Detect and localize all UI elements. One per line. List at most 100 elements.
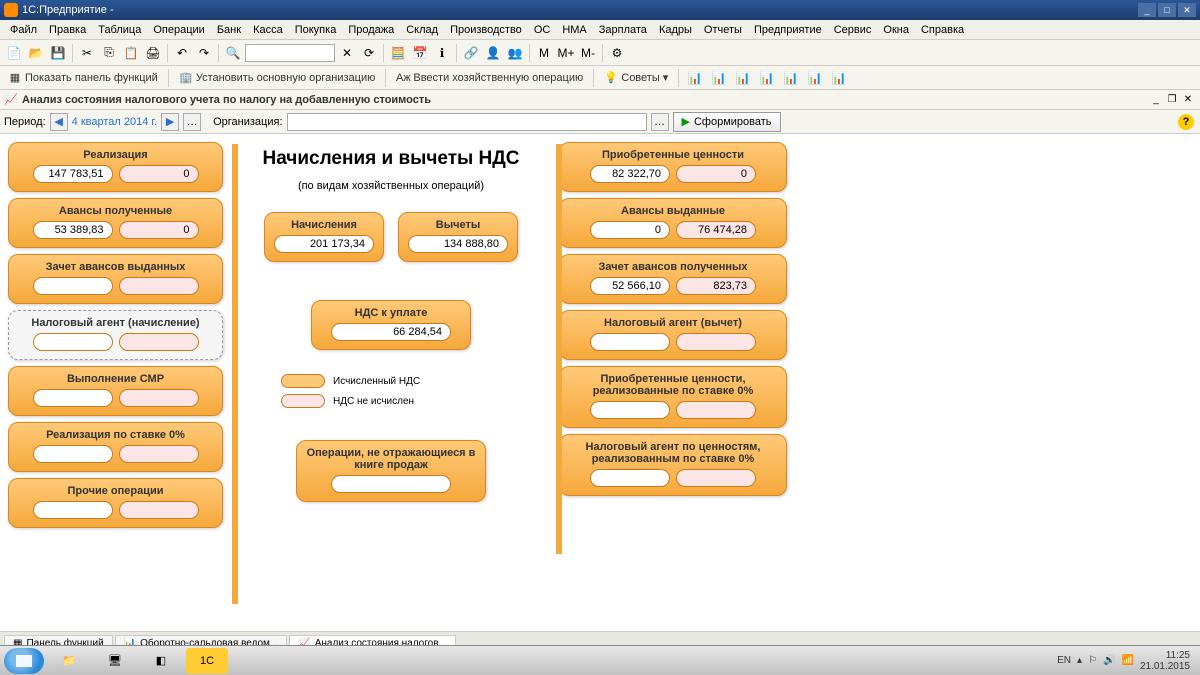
copy-icon[interactable]: ⎘ (99, 43, 119, 63)
calc-icon[interactable]: 🧮 (388, 43, 408, 63)
menu-cash[interactable]: Касса (247, 22, 289, 38)
report-icon-4[interactable]: 📊 (757, 68, 777, 88)
group-icon[interactable]: 👥 (505, 43, 525, 63)
taskbar-1c-icon[interactable]: 1C (186, 648, 228, 674)
enter-op-button[interactable]: AжВвести хозяйственную операцию (392, 69, 587, 87)
period-next-button[interactable]: ▶ (161, 113, 179, 131)
period-prev-button[interactable]: ◀ (50, 113, 68, 131)
taskbar-app-icon[interactable]: ◧ (140, 648, 182, 674)
doc-icon: 📈 (4, 93, 18, 107)
tray-sound-icon[interactable]: 🔊 (1103, 655, 1115, 666)
menu-nma[interactable]: НМА (556, 22, 592, 38)
taskbar-monitor-icon[interactable]: 🖥 (94, 648, 136, 674)
settings-icon[interactable]: ⚙ (607, 43, 627, 63)
menu-purchase[interactable]: Покупка (289, 22, 343, 38)
doc-minimize-button[interactable]: _ (1148, 93, 1164, 107)
show-panel-button[interactable]: ▦Показать панель функций (4, 69, 162, 87)
info-icon[interactable]: ℹ (432, 43, 452, 63)
right-card-1[interactable]: Авансы выданные076 474,28 (559, 198, 787, 248)
card-deductions[interactable]: Вычеты 134 888,80 (398, 212, 518, 262)
set-org-button[interactable]: 🏢Установить основную организацию (175, 69, 380, 87)
tray-network-icon[interactable]: 📶 (1121, 655, 1133, 666)
menu-os[interactable]: ОС (528, 22, 557, 38)
taskbar-explorer-icon[interactable]: 📁 (48, 648, 90, 674)
deductions-value: 134 888,80 (408, 235, 508, 253)
report-icon-3[interactable]: 📊 (733, 68, 753, 88)
link-icon[interactable]: 🔗 (461, 43, 481, 63)
tray-lang[interactable]: EN (1057, 655, 1071, 666)
tray-date[interactable]: 21.01.2015 (1140, 661, 1190, 672)
tray-time[interactable]: 11:25 (1140, 650, 1190, 661)
tray-action-icon[interactable]: ⚐ (1088, 655, 1097, 666)
paste-icon[interactable]: 📋 (121, 43, 141, 63)
right-card-0[interactable]: Приобретенные ценности82 322,700 (559, 142, 787, 192)
tray-flag-icon[interactable]: ▴ (1077, 655, 1082, 666)
menu-production[interactable]: Производство (444, 22, 528, 38)
report-icon-7[interactable]: 📊 (829, 68, 849, 88)
menu-warehouse[interactable]: Склад (400, 22, 444, 38)
zoom-in-icon[interactable]: M+ (556, 43, 576, 63)
period-pick-button[interactable]: … (183, 113, 201, 131)
undo-icon[interactable]: ↶ (172, 43, 192, 63)
search-icon[interactable]: 🔍 (223, 43, 243, 63)
org-input[interactable] (287, 113, 647, 131)
left-card-5[interactable]: Реализация по ставке 0% (8, 422, 223, 472)
zoom-normal-icon[interactable]: M (534, 43, 554, 63)
close-button[interactable]: ✕ (1178, 3, 1196, 17)
advice-button[interactable]: 💡Советы ▾ (600, 69, 672, 87)
period-value[interactable]: 4 квартал 2014 г. (72, 116, 157, 128)
menu-windows[interactable]: Окна (877, 22, 915, 38)
refresh-icon[interactable]: ⟳ (359, 43, 379, 63)
report-icon-2[interactable]: 📊 (709, 68, 729, 88)
print-icon[interactable]: 🖨 (143, 43, 163, 63)
user-icon[interactable]: 👤 (483, 43, 503, 63)
report-icon-1[interactable]: 📊 (685, 68, 705, 88)
doc-restore-button[interactable]: ❐ (1164, 93, 1180, 107)
menu-enterprise[interactable]: Предприятие (748, 22, 828, 38)
right-card-5[interactable]: Налоговый агент по ценностям, реализован… (559, 434, 787, 496)
menu-sale[interactable]: Продажа (342, 22, 400, 38)
left-card-0[interactable]: Реализация147 783,510 (8, 142, 223, 192)
org-pick-button[interactable]: … (651, 113, 669, 131)
menu-help[interactable]: Справка (915, 22, 970, 38)
card-charges[interactable]: Начисления 201 173,34 (264, 212, 384, 262)
right-card-3[interactable]: Налоговый агент (вычет) (559, 310, 787, 360)
left-connector-bar (232, 144, 238, 604)
form-button[interactable]: ▶Сформировать (673, 112, 781, 132)
menu-table[interactable]: Таблица (92, 22, 147, 38)
report-icon-5[interactable]: 📊 (781, 68, 801, 88)
card-not-in-book[interactable]: Операции, не отражающиеся в книге продаж (296, 440, 486, 502)
legend-label-1: Исчисленный НДС (333, 376, 420, 387)
left-card-1[interactable]: Авансы полученные53 389,830 (8, 198, 223, 248)
open-icon[interactable]: 📂 (26, 43, 46, 63)
zoom-out-icon[interactable]: M- (578, 43, 598, 63)
card-to-pay[interactable]: НДС к уплате 66 284,54 (311, 300, 471, 350)
search-clear-icon[interactable]: ✕ (337, 43, 357, 63)
calendar-icon[interactable]: 📅 (410, 43, 430, 63)
start-button[interactable] (4, 648, 44, 674)
menu-bank[interactable]: Банк (211, 22, 247, 38)
save-icon[interactable]: 💾 (48, 43, 68, 63)
new-icon[interactable]: 📄 (4, 43, 24, 63)
maximize-button[interactable]: □ (1158, 3, 1176, 17)
menu-service[interactable]: Сервис (828, 22, 878, 38)
left-card-6[interactable]: Прочие операции (8, 478, 223, 528)
search-input[interactable] (245, 44, 335, 62)
left-card-3[interactable]: Налоговый агент (начисление) (8, 310, 223, 360)
menu-reports[interactable]: Отчеты (698, 22, 748, 38)
cut-icon[interactable]: ✂ (77, 43, 97, 63)
menu-edit[interactable]: Правка (43, 22, 92, 38)
redo-icon[interactable]: ↷ (194, 43, 214, 63)
left-card-4[interactable]: Выполнение СМР (8, 366, 223, 416)
right-card-2[interactable]: Зачет авансов полученных52 566,10823,73 (559, 254, 787, 304)
right-card-4[interactable]: Приобретенные ценности, реализованные по… (559, 366, 787, 428)
report-icon-6[interactable]: 📊 (805, 68, 825, 88)
doc-close-button[interactable]: ✕ (1180, 93, 1196, 107)
menu-salary[interactable]: Зарплата (593, 22, 653, 38)
menu-staff[interactable]: Кадры (653, 22, 698, 38)
left-card-2[interactable]: Зачет авансов выданных (8, 254, 223, 304)
menu-file[interactable]: Файл (4, 22, 43, 38)
menu-operations[interactable]: Операции (147, 22, 210, 38)
minimize-button[interactable]: _ (1138, 3, 1156, 17)
help-icon[interactable]: ? (1178, 114, 1194, 130)
